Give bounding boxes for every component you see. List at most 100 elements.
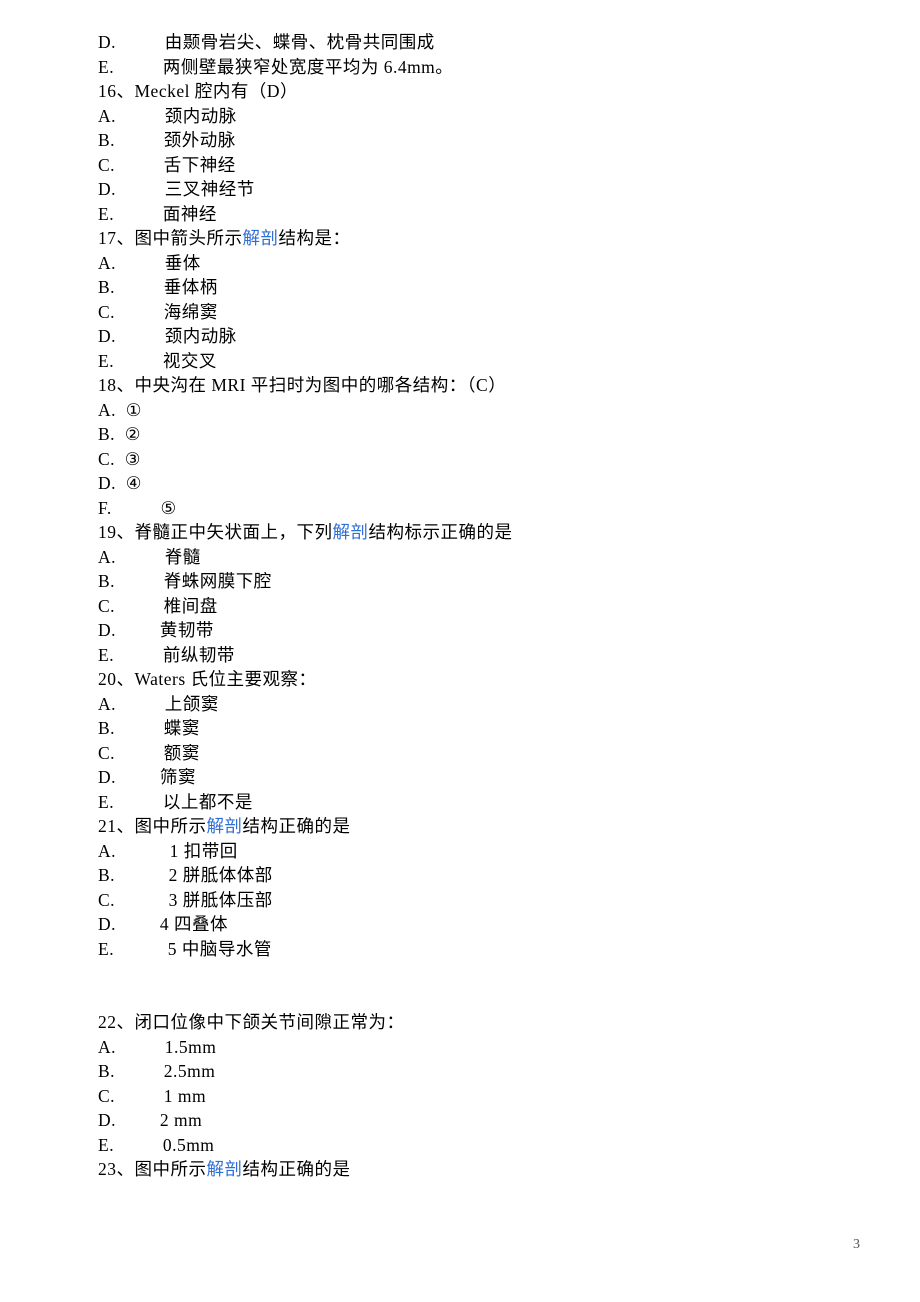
text-span: E. 面神经 [98, 204, 217, 224]
text-span: D. 筛窦 [98, 767, 196, 787]
text-line: 19、脊髓正中矢状面上，下列解剖结构标示正确的是 [98, 520, 818, 545]
text-span: B. 蝶窦 [98, 718, 200, 738]
text-line: E. 5 中脑导水管 [98, 937, 818, 962]
text-line: 16、Meckel 腔内有（D） [98, 79, 818, 104]
text-line: B. ② [98, 422, 818, 447]
text-span: C. ③ [98, 449, 141, 469]
text-line: 17、图中箭头所示解剖结构是： [98, 226, 818, 251]
text-span: A. ① [98, 400, 142, 420]
text-span: A. 上颌窦 [98, 694, 219, 714]
text-line: C. 椎间盘 [98, 594, 818, 619]
text-span: 结构正确的是 [243, 816, 351, 836]
anatomy-link[interactable]: 解剖 [207, 1159, 243, 1179]
text-line: A. 1.5mm [98, 1035, 818, 1060]
text-span: F. ⑤ [98, 498, 177, 518]
text-line: 18、中央沟在 MRI 平扫时为图中的哪各结构：（C） [98, 373, 818, 398]
text-line: F. ⑤ [98, 496, 818, 521]
text-span: C. 海绵窦 [98, 302, 218, 322]
anatomy-link[interactable]: 解剖 [333, 522, 369, 542]
document-page: D. 由颞骨岩尖、蝶骨、枕骨共同围成 E. 两侧壁最狭窄处宽度平均为 6.4mm。… [0, 0, 920, 1302]
text-line: E. 视交叉 [98, 349, 818, 374]
text-span: D. 2 mm [98, 1110, 202, 1130]
text-span: A. 1 扣带回 [98, 841, 238, 861]
text-line [98, 986, 818, 1011]
text-span: B. 脊蛛网膜下腔 [98, 571, 272, 591]
text-span: 16、Meckel 腔内有（D） [98, 81, 298, 101]
text-span: B. 颈外动脉 [98, 130, 236, 150]
text-span: 17、图中箭头所示 [98, 228, 243, 248]
text-line: 22、闭口位像中下颌关节间隙正常为： [98, 1010, 818, 1035]
text-line: C. 额窦 [98, 741, 818, 766]
text-line: B. 2 胼胝体体部 [98, 863, 818, 888]
text-span: E. 视交叉 [98, 351, 217, 371]
text-span: 23、图中所示 [98, 1159, 207, 1179]
text-line: 23、图中所示解剖结构正确的是 [98, 1157, 818, 1182]
text-span: 结构是： [279, 228, 351, 248]
text-span: C. 额窦 [98, 743, 200, 763]
text-line: C. ③ [98, 447, 818, 472]
text-line: D. 黄韧带 [98, 618, 818, 643]
text-line: A. 垂体 [98, 251, 818, 276]
text-line: E. 以上都不是 [98, 790, 818, 815]
text-span: A. 脊髓 [98, 547, 201, 567]
text-line: 21、图中所示解剖结构正确的是 [98, 814, 818, 839]
text-span: E. 两侧壁最狭窄处宽度平均为 6.4mm。 [98, 57, 453, 77]
text-span: 结构正确的是 [243, 1159, 351, 1179]
text-span: C. 舌下神经 [98, 155, 236, 175]
text-line: D. 4 四叠体 [98, 912, 818, 937]
text-line: A. 上颌窦 [98, 692, 818, 717]
text-line: 20、Waters 氏位主要观察： [98, 667, 818, 692]
text-span: D. 由颞骨岩尖、蝶骨、枕骨共同围成 [98, 32, 435, 52]
text-span: D. 颈内动脉 [98, 326, 237, 346]
text-span: E. 5 中脑导水管 [98, 939, 272, 959]
text-line: A. 脊髓 [98, 545, 818, 570]
text-line: B. 垂体柄 [98, 275, 818, 300]
text-span: 20、Waters 氏位主要观察： [98, 669, 317, 689]
text-line: A. ① [98, 398, 818, 423]
text-span: D. 三叉神经节 [98, 179, 255, 199]
text-line: B. 脊蛛网膜下腔 [98, 569, 818, 594]
text-span: 结构标示正确的是 [369, 522, 513, 542]
text-span: C. 3 胼胝体压部 [98, 890, 273, 910]
text-span: B. 垂体柄 [98, 277, 218, 297]
text-line: C. 海绵窦 [98, 300, 818, 325]
text-line: B. 2.5mm [98, 1059, 818, 1084]
text-span: C. 椎间盘 [98, 596, 218, 616]
text-span: D. ④ [98, 473, 142, 493]
text-span: B. 2 胼胝体体部 [98, 865, 273, 885]
text-line: D. 筛窦 [98, 765, 818, 790]
page-number: 3 [853, 1233, 860, 1258]
text-span: 19、脊髓正中矢状面上，下列 [98, 522, 333, 542]
text-span: D. 4 四叠体 [98, 914, 228, 934]
text-span: A. 颈内动脉 [98, 106, 237, 126]
text-line: D. 2 mm [98, 1108, 818, 1133]
text-line: E. 面神经 [98, 202, 818, 227]
text-span: E. 前纵韧带 [98, 645, 235, 665]
text-line: E. 前纵韧带 [98, 643, 818, 668]
text-line: D. 三叉神经节 [98, 177, 818, 202]
text-span: E. 0.5mm [98, 1135, 214, 1155]
text-span: E. 以上都不是 [98, 792, 253, 812]
text-line [98, 961, 818, 986]
text-line: C. 1 mm [98, 1084, 818, 1109]
text-line: D. ④ [98, 471, 818, 496]
text-line: E. 两侧壁最狭窄处宽度平均为 6.4mm。 [98, 55, 818, 80]
text-span: A. 1.5mm [98, 1037, 216, 1057]
text-span: B. 2.5mm [98, 1061, 215, 1081]
text-span: B. ② [98, 424, 141, 444]
text-line: A. 1 扣带回 [98, 839, 818, 864]
text-span: A. 垂体 [98, 253, 201, 273]
text-line: D. 由颞骨岩尖、蝶骨、枕骨共同围成 [98, 30, 818, 55]
text-line: D. 颈内动脉 [98, 324, 818, 349]
text-span: 22、闭口位像中下颌关节间隙正常为： [98, 1012, 405, 1032]
text-line: B. 蝶窦 [98, 716, 818, 741]
anatomy-link[interactable]: 解剖 [243, 228, 279, 248]
document-body: D. 由颞骨岩尖、蝶骨、枕骨共同围成 E. 两侧壁最狭窄处宽度平均为 6.4mm。… [98, 30, 818, 1182]
anatomy-link[interactable]: 解剖 [207, 816, 243, 836]
text-span: 18、中央沟在 MRI 平扫时为图中的哪各结构：（C） [98, 375, 506, 395]
text-span: 21、图中所示 [98, 816, 207, 836]
text-line: E. 0.5mm [98, 1133, 818, 1158]
text-line: B. 颈外动脉 [98, 128, 818, 153]
text-line: C. 3 胼胝体压部 [98, 888, 818, 913]
text-line: A. 颈内动脉 [98, 104, 818, 129]
